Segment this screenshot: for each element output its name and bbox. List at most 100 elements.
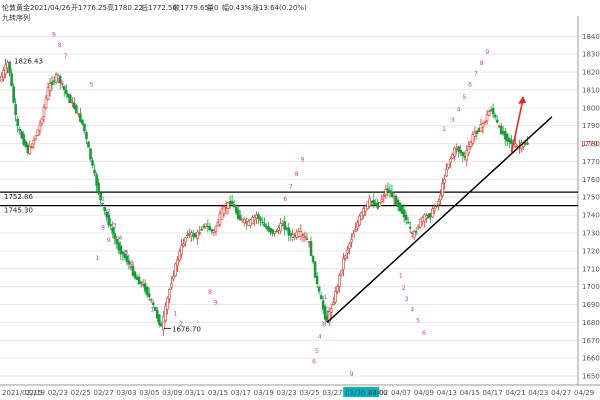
nine-mark: 4 bbox=[457, 106, 461, 113]
candle-body bbox=[28, 146, 32, 154]
nine-mark: 6 bbox=[422, 330, 426, 337]
candle-body bbox=[68, 94, 72, 104]
candle-body bbox=[447, 163, 450, 168]
nine-mark: 1 bbox=[173, 310, 177, 317]
candle-body bbox=[107, 214, 111, 225]
candle-body bbox=[133, 271, 137, 279]
candle-body bbox=[46, 87, 50, 100]
candle-body bbox=[143, 283, 147, 292]
candle-body bbox=[382, 195, 386, 198]
candle-body bbox=[414, 231, 418, 233]
nine-mark: 5 bbox=[124, 249, 128, 256]
candle-body bbox=[364, 205, 367, 212]
candle-body bbox=[168, 289, 171, 300]
price-label: 1745.30 bbox=[4, 207, 33, 215]
nine-mark: 9 bbox=[350, 371, 354, 378]
candle-body bbox=[507, 137, 511, 143]
x-tick-label: 04/27 bbox=[551, 389, 571, 397]
candle-body bbox=[295, 231, 299, 238]
candle-body bbox=[79, 113, 82, 122]
candle-body bbox=[483, 120, 487, 123]
candle-body bbox=[95, 174, 98, 186]
candle-body bbox=[423, 214, 426, 222]
candle-body bbox=[309, 241, 313, 257]
candle-body bbox=[317, 286, 321, 292]
candle-body bbox=[42, 107, 46, 117]
candle-body bbox=[402, 209, 406, 218]
candle-body bbox=[273, 230, 276, 234]
x-tick-label: 04/29 bbox=[574, 389, 594, 397]
candle-body bbox=[455, 148, 458, 151]
candle-body bbox=[253, 216, 256, 221]
candle-body bbox=[331, 302, 335, 305]
x-tick-label: 02/23 bbox=[48, 389, 68, 397]
candle-body bbox=[26, 144, 30, 153]
candle-body bbox=[249, 219, 252, 226]
candle-body bbox=[184, 237, 187, 243]
candle-body bbox=[224, 207, 228, 209]
candle-body bbox=[346, 249, 349, 254]
nine-mark: 1 bbox=[95, 255, 99, 262]
candle-body bbox=[437, 201, 440, 205]
candle-body bbox=[240, 218, 244, 221]
nine-mark: 3 bbox=[451, 117, 455, 124]
candle-body bbox=[263, 223, 266, 227]
candle-body bbox=[4, 64, 7, 75]
candle-body bbox=[396, 199, 400, 207]
candle-body bbox=[368, 198, 371, 207]
candle-body bbox=[77, 113, 80, 115]
nine-mark: 1 bbox=[442, 126, 446, 133]
candle-body bbox=[192, 233, 195, 238]
y-tick-label: 1710 bbox=[582, 265, 600, 273]
y-tick-label: 1670 bbox=[582, 337, 600, 345]
candle-body bbox=[509, 139, 513, 144]
header-volume: 量0 bbox=[207, 4, 218, 12]
candle-body bbox=[137, 276, 141, 285]
candle-body bbox=[443, 178, 446, 184]
candle-body bbox=[514, 143, 517, 147]
candle-body bbox=[44, 97, 48, 108]
candle-body bbox=[62, 85, 66, 90]
candle-body bbox=[265, 226, 268, 229]
x-tick-label: 03/27 bbox=[322, 389, 342, 397]
candle-body bbox=[210, 229, 214, 232]
candle-body bbox=[50, 81, 54, 85]
x-tick-label: 03/11 bbox=[185, 389, 205, 397]
candle-body bbox=[271, 229, 274, 234]
candle-body bbox=[204, 223, 208, 227]
candle-body bbox=[109, 224, 113, 227]
candle-body bbox=[356, 222, 359, 229]
candle-body bbox=[93, 169, 96, 174]
y-tick-label: 1660 bbox=[582, 355, 600, 363]
candle-body bbox=[338, 274, 341, 287]
candle-body bbox=[467, 146, 471, 154]
x-tick-label: 04/23 bbox=[528, 389, 548, 397]
candle-body bbox=[354, 229, 357, 232]
nine-mark: 5 bbox=[462, 94, 466, 101]
x-tick-label: 04/15 bbox=[460, 389, 480, 397]
candle-body bbox=[485, 114, 489, 122]
candle-body bbox=[418, 218, 422, 228]
candle-body bbox=[293, 235, 297, 237]
candle-body bbox=[360, 212, 363, 220]
nine-mark: 9 bbox=[214, 300, 218, 307]
candle-body bbox=[301, 234, 305, 236]
candle-body bbox=[469, 141, 473, 147]
candle-body bbox=[172, 275, 175, 280]
candle-body bbox=[222, 206, 226, 215]
candle-body bbox=[433, 208, 436, 212]
candle-body bbox=[16, 118, 19, 126]
candle-body bbox=[333, 291, 337, 303]
nine-mark: 7 bbox=[289, 183, 293, 190]
candle-body bbox=[499, 125, 503, 135]
candle-body bbox=[481, 123, 485, 128]
candle-body bbox=[311, 256, 315, 263]
candle-body bbox=[259, 217, 262, 221]
candle-body bbox=[291, 233, 295, 238]
x-tick-label: 02/19 bbox=[25, 389, 45, 397]
candle-body bbox=[238, 215, 242, 221]
candle-body bbox=[501, 131, 505, 135]
x-tick-label: 02/27 bbox=[94, 389, 114, 397]
candle-body bbox=[202, 225, 206, 228]
candlestick-chart[interactable]: 1650166016701680169017001710172017301740… bbox=[0, 0, 600, 400]
